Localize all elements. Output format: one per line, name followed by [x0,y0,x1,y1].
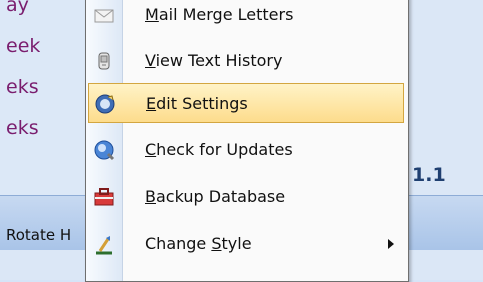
menu-item-label: Edit Settings [146,94,248,113]
menu-item-check-for-updates[interactable]: Check for Updates [88,130,404,170]
background-list-item[interactable]: eks [6,117,39,139]
context-menu: Mail Merge Letters View Text History Edi… [85,0,409,282]
version-text: 1.1 [412,164,446,186]
submenu-arrow-icon [388,239,394,249]
settings-icon [93,92,117,116]
menu-item-change-style[interactable]: Change Style [88,224,404,264]
toolbar-button-label[interactable]: Rotate H [6,226,71,244]
menu-item-label: View Text History [145,51,283,70]
background-list-item[interactable]: ay [6,0,29,16]
background-list-item[interactable]: eek [6,35,40,57]
menu-item-view-text-history[interactable]: View Text History [88,41,404,81]
menu-item-label: Backup Database [145,187,286,206]
menu-item-label: Change Style [145,234,252,253]
envelope-icon [92,3,116,27]
update-globe-icon [92,138,116,162]
history-icon [92,49,116,73]
menu-item-label: Mail Merge Letters [145,5,294,24]
menu-item-mail-merge-letters[interactable]: Mail Merge Letters [88,0,404,35]
background-list-item[interactable]: eks [6,76,39,98]
backup-toolbox-icon [92,185,116,209]
menu-item-backup-database[interactable]: Backup Database [88,177,404,217]
background-list: ay eek eks eks [0,0,92,195]
style-brush-icon [92,232,116,256]
menu-item-label: Check for Updates [145,140,293,159]
menu-item-edit-settings[interactable]: Edit Settings [88,83,404,123]
